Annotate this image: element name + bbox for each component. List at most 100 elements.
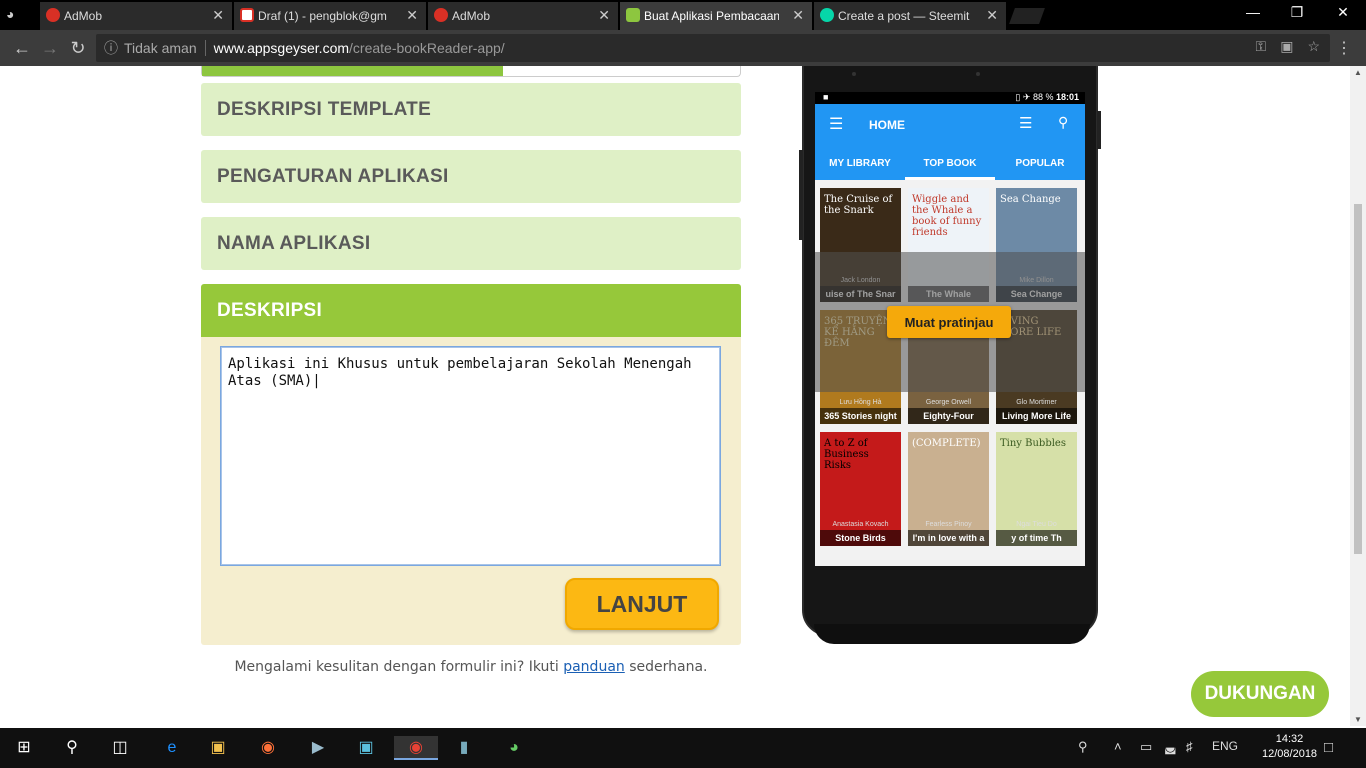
load-preview-button[interactable]: Muat pratinjau [887,306,1011,338]
minimize-icon[interactable]: — [1238,4,1268,20]
clock-time: 14:32 [1275,733,1304,745]
book-card[interactable]: A to Z of Business Risks Anastasia Kovach… [820,432,901,546]
search-icon[interactable]: ⚲ [60,736,84,760]
phone-app-bar: ☰ HOME ☰ ⚲ [815,104,1085,144]
scroll-down-icon[interactable]: ▼ [1350,715,1366,724]
book-cover-title: A to Z of Business Risks [824,438,869,471]
battery-icon[interactable]: ▭ [1140,739,1152,755]
firefox-icon[interactable]: ◉ [256,736,280,760]
browser-tab-gmail[interactable]: Draf (1) - pengblok@gm ✕ [234,2,426,30]
translate-icon[interactable]: ▣ [1280,38,1293,55]
book-author: George Orwell [925,399,972,406]
tab-top-book[interactable]: TOP BOOK [905,158,995,169]
next-button[interactable]: LANJUT [565,578,719,630]
action-center-icon[interactable]: □ [1324,739,1333,756]
section-pengaturan-aplikasi[interactable]: PENGATURAN APLIKASI [201,150,741,203]
phone-time: 18:01 [1055,92,1079,102]
tab-close-icon[interactable]: ✕ [598,7,610,24]
book-caption: Living More Life [996,408,1077,424]
book-author: Anastasia Kovach [832,521,889,528]
input-language[interactable]: ENG [1212,739,1238,753]
browser-tab-admob-2[interactable]: AdMob ✕ [428,2,618,30]
incognito-icon: ◕ [6,6,15,22]
volume-icon[interactable]: ♯ [1186,739,1193,754]
book-caption: y of time Th [996,530,1077,546]
edge-icon[interactable]: e [160,736,184,760]
hamburger-icon[interactable]: ☰ [829,114,843,134]
star-icon[interactable]: ☆ [1307,38,1320,55]
progress-fill [202,66,504,76]
phone-status-right: ▯ ✈ 88 % 18:01 [1015,92,1079,103]
address-bar[interactable]: ⓘ Tidak aman www.appsgeyser.com/create-b… [96,34,1330,62]
tab-close-icon[interactable]: ✕ [406,7,418,24]
info-icon[interactable]: ⓘ [104,38,118,58]
list-view-icon[interactable]: ☰ [1019,114,1032,132]
app-title: HOME [869,118,905,132]
book-caption: Eighty-Four [908,408,989,424]
app-icon[interactable]: ▮ [452,736,476,760]
camera-app-icon[interactable]: ▣ [354,736,378,760]
omnibox-actions: ⚿ ▣ ☆ [1256,38,1320,55]
android-icon: ■ [823,92,829,102]
scroll-up-icon[interactable]: ▲ [1350,68,1366,77]
key-icon[interactable]: ⚿ [1256,38,1267,55]
menu-icon[interactable]: ⋮ [1336,38,1352,58]
book-card[interactable]: (COMPLETE) Fearless Pinoy I'm in love with… [908,432,989,546]
book-author: Glo Mortimer [1016,399,1057,406]
tab-title: Buat Aplikasi Pembacaan [644,9,779,23]
text-cursor: | [312,373,321,389]
task-view-icon[interactable]: ◫ [108,736,132,760]
book-caption: Stone Birds [820,530,901,546]
tab-title: AdMob [64,9,103,23]
phone-power-button [1097,111,1101,149]
browser-titlebar: ◕ AdMob ✕ Draf (1) - pengblok@gm ✕ AdMob… [0,0,1366,30]
divider [204,40,206,56]
taskbar-clock[interactable]: 14:32 12/08/2018 [1262,732,1317,762]
tab-popular[interactable]: POPULAR [995,158,1085,169]
support-button[interactable]: DUKUNGAN [1191,671,1329,717]
new-tab-button[interactable] [1009,8,1045,24]
phone-screen: ■ ▯ ✈ 88 % 18:01 ☰ HOME ☰ ⚲ MY LIBRARY T… [815,92,1085,566]
tab-close-icon[interactable]: ✕ [986,7,998,24]
back-icon[interactable]: ← [12,38,32,59]
browser-tab-appsgeyser[interactable]: Buat Aplikasi Pembacaan ✕ [620,2,812,30]
book-card[interactable]: Tiny Bubbles Ngai Tieu Do y of time Th [996,432,1077,546]
internet-download-manager-icon[interactable]: ◕ [502,736,526,760]
reload-icon[interactable]: ↻ [68,38,88,59]
airplane-icon: ✈ [1022,92,1031,102]
guide-link[interactable]: panduan [563,659,625,675]
steemit-favicon-icon [820,8,834,22]
search-icon[interactable]: ⚲ [1058,114,1068,131]
tab-close-icon[interactable]: ✕ [212,7,224,24]
phone-status-bar: ■ ▯ ✈ 88 % 18:01 [815,92,1085,104]
book-author: Ngai Tieu Do [1016,521,1057,528]
restore-icon[interactable]: ❐ [1282,4,1312,21]
description-textarea[interactable]: Aplikasi ini Khusus untuk pembelajaran S… [221,347,720,565]
chrome-icon[interactable]: ◉ [394,736,438,760]
browser-tab-admob-1[interactable]: AdMob ✕ [40,2,232,30]
tab-indicator [905,177,995,180]
show-hidden-icons-icon[interactable]: ˄ [1114,739,1122,754]
file-explorer-icon[interactable]: ▣ [206,736,230,760]
page-scrollbar[interactable]: ▲ ▼ [1350,66,1366,726]
scroll-thumb[interactable] [1354,204,1362,554]
people-icon[interactable]: ⚲ [1078,739,1088,755]
windows-taskbar: ⊞ ⚲ ◫ e ▣ ◉ ▶ ▣ ◉ ▮ ◕ ⚲ ˄ ▭ ◛ ♯ ENG 14:3… [0,728,1366,768]
section-deskripsi-template[interactable]: DESKRIPSI TEMPLATE [201,83,741,136]
windows-start-icon[interactable]: ⊞ [12,736,36,760]
wifi-icon[interactable]: ◛ [1164,739,1177,755]
tab-close-icon[interactable]: ✕ [792,7,804,24]
page-content: DESKRIPSI TEMPLATE PENGATURAN APLIKASI N… [0,66,1350,726]
phone-camera [976,72,980,76]
close-window-icon[interactable]: ✕ [1328,4,1358,21]
security-label: Tidak aman [124,40,197,56]
help-prefix: Mengalami kesulitan dengan formulir ini?… [234,659,564,675]
filmora-icon[interactable]: ▶ [306,736,330,760]
tab-my-library[interactable]: MY LIBRARY [815,158,905,169]
admob-favicon-icon [46,8,60,22]
section-deskripsi[interactable]: DESKRIPSI [201,284,741,337]
browser-tab-steemit[interactable]: Create a post — Steemit ✕ [814,2,1006,30]
section-nama-aplikasi[interactable]: NAMA APLIKASI [201,217,741,270]
forward-icon[interactable]: → [40,38,60,59]
url-host: www.appsgeyser.com [213,40,350,56]
